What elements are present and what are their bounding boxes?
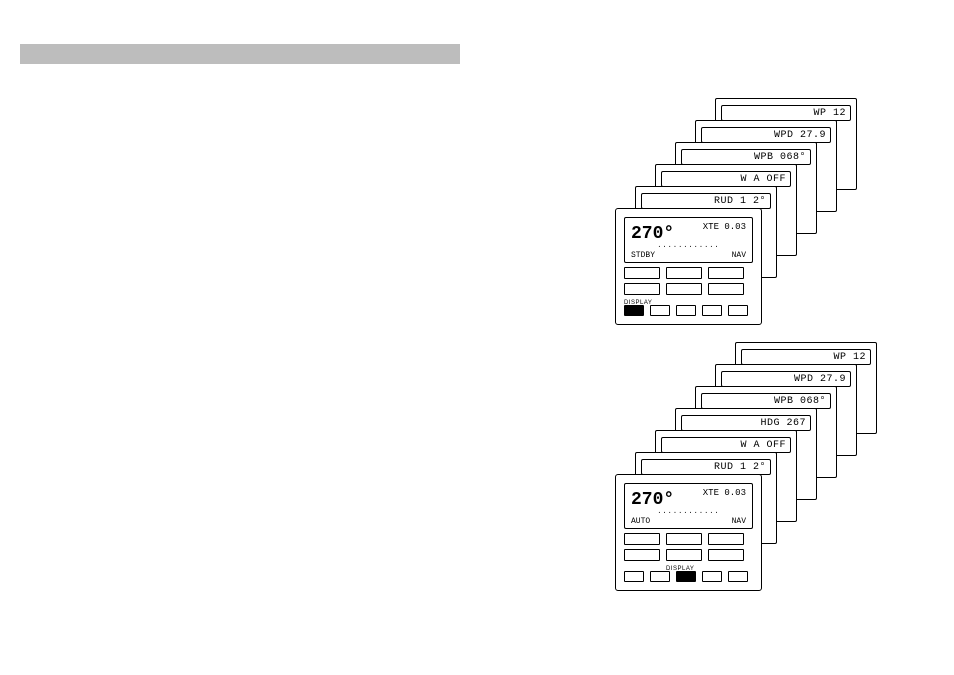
key[interactable] xyxy=(708,283,744,295)
key[interactable] xyxy=(666,283,702,295)
mini-readout: WPB 068° xyxy=(681,149,811,165)
mode-left: AUTO xyxy=(631,517,650,526)
lcd-screen: 270° XTE 0.03 ............ AUTO NAV xyxy=(624,483,753,529)
display-stack-auto: WP 12 WPD 27.9 WPB 068° HDG 267 W A OFF … xyxy=(615,342,935,602)
keypad xyxy=(624,267,753,316)
key[interactable] xyxy=(702,571,722,582)
xte-readout: XTE 0.03 xyxy=(703,222,746,232)
mini-readout: HDG 267 xyxy=(681,415,811,431)
deviation-bar: ............ xyxy=(631,508,746,516)
deviation-bar: ............ xyxy=(631,242,746,250)
xte-readout: XTE 0.03 xyxy=(703,488,746,498)
key[interactable] xyxy=(650,571,670,582)
mode-right: NAV xyxy=(732,517,746,526)
display-key-label: DISPLAY xyxy=(624,300,652,306)
lcd-screen: 270° XTE 0.03 ............ STDBY NAV xyxy=(624,217,753,263)
mini-readout: RUD 1 2° xyxy=(641,459,771,475)
control-unit-auto: 270° XTE 0.03 ............ AUTO NAV xyxy=(615,474,762,591)
mini-readout: WPD 27.9 xyxy=(701,127,831,143)
display-key[interactable] xyxy=(624,305,644,316)
key[interactable] xyxy=(624,571,644,582)
key[interactable] xyxy=(708,267,744,279)
key[interactable] xyxy=(650,305,670,316)
keypad xyxy=(624,533,753,582)
key[interactable] xyxy=(666,267,702,279)
key[interactable] xyxy=(728,305,748,316)
mode-row: AUTO NAV xyxy=(631,517,746,526)
key[interactable] xyxy=(666,549,702,561)
mode-left: STDBY xyxy=(631,251,655,260)
mini-readout: W A OFF xyxy=(661,171,791,187)
control-unit-standby: 270° XTE 0.03 ............ STDBY NAV xyxy=(615,208,762,325)
mini-readout: WP 12 xyxy=(721,105,851,121)
key[interactable] xyxy=(702,305,722,316)
key[interactable] xyxy=(624,533,660,545)
mini-readout: RUD 1 2° xyxy=(641,193,771,209)
header-bar xyxy=(20,44,460,64)
mini-readout: WPB 068° xyxy=(701,393,831,409)
display-stack-standby: WP 12 WPD 27.9 WPB 068° W A OFF RUD 1 2°… xyxy=(615,98,935,328)
key[interactable] xyxy=(708,549,744,561)
mini-readout: WPD 27.9 xyxy=(721,371,851,387)
heading-readout: 270° xyxy=(631,490,674,510)
mini-readout: W A OFF xyxy=(661,437,791,453)
key[interactable] xyxy=(708,533,744,545)
display-key-label: DISPLAY xyxy=(666,566,694,572)
key[interactable] xyxy=(624,283,660,295)
mode-right: NAV xyxy=(732,251,746,260)
key[interactable] xyxy=(676,305,696,316)
key[interactable] xyxy=(624,549,660,561)
mode-row: STDBY NAV xyxy=(631,251,746,260)
mini-readout: WP 12 xyxy=(741,349,871,365)
key[interactable] xyxy=(666,533,702,545)
heading-readout: 270° xyxy=(631,224,674,244)
key[interactable] xyxy=(624,267,660,279)
display-key[interactable] xyxy=(676,571,696,582)
key[interactable] xyxy=(728,571,748,582)
